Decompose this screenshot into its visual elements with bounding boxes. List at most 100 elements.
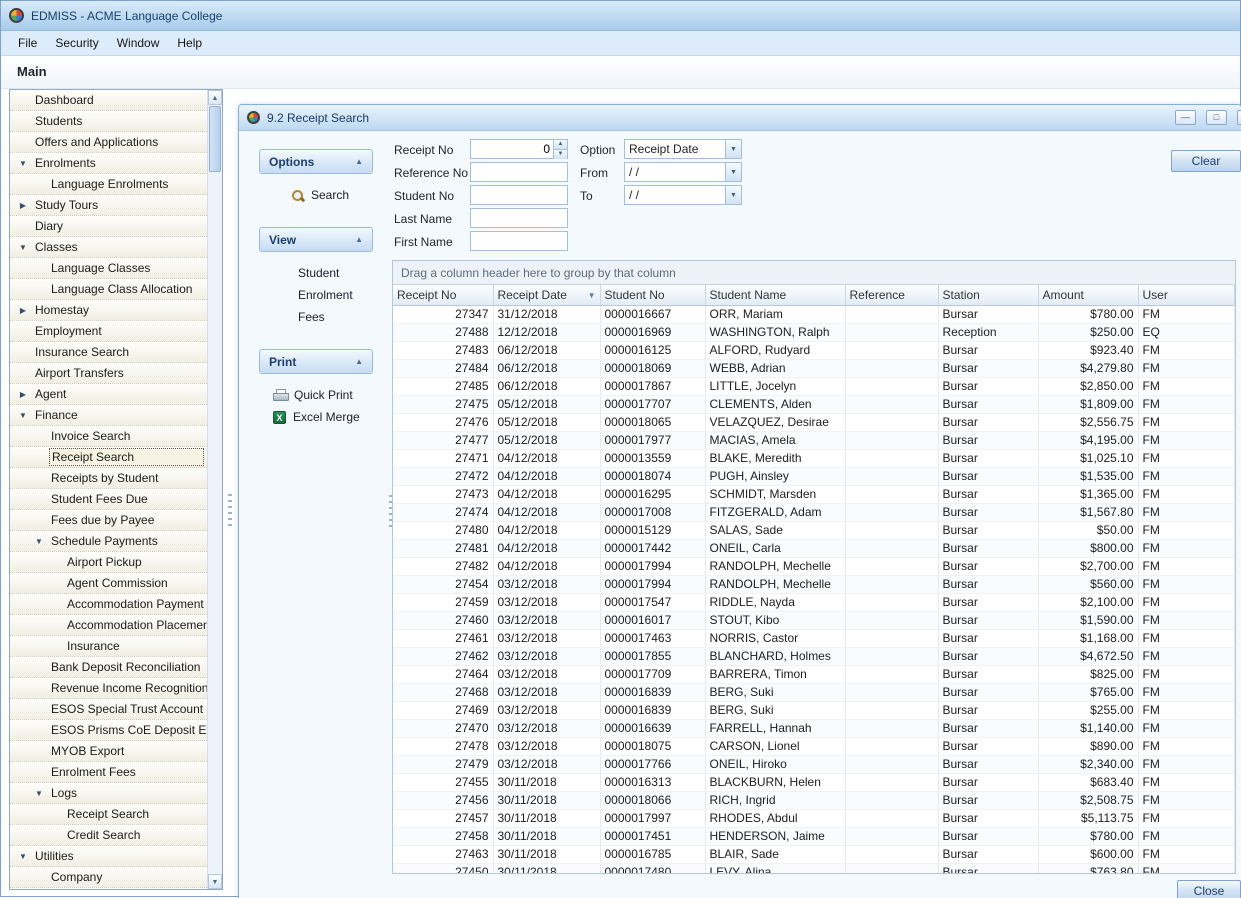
table-row[interactable]: 2746903/12/20180000016839BERG, SukiBursa… [393, 701, 1235, 719]
options-group-header[interactable]: Options ▲ [259, 149, 373, 174]
table-row[interactable]: 2747003/12/20180000016639FARRELL, Hannah… [393, 719, 1235, 737]
sidebar-item-airport-pickup[interactable]: Airport Pickup [10, 552, 207, 573]
col-header-student-no[interactable]: Student No [600, 285, 705, 305]
minimize-button[interactable]: — [1175, 110, 1196, 125]
table-row[interactable]: 2747204/12/20180000018074PUGH, AinsleyBu… [393, 467, 1235, 485]
sidebar-item-enrolment-fees[interactable]: Enrolment Fees [10, 762, 207, 783]
table-row[interactable]: 2748004/12/20180000015129SALAS, SadeBurs… [393, 521, 1235, 539]
chevron-right-icon[interactable]: ▶ [16, 306, 30, 315]
receipt-no-field[interactable] [471, 140, 553, 158]
sidebar-item-offers-and-applications[interactable]: Offers and Applications [10, 132, 207, 153]
chevron-down-icon[interactable]: ▼ [16, 159, 30, 168]
col-header-receipt-no[interactable]: Receipt No [393, 285, 493, 305]
sidebar-item-study-tours[interactable]: ▶Study Tours [10, 195, 207, 216]
table-row[interactable]: 2745830/11/20180000017451HENDERSON, Jaim… [393, 827, 1235, 845]
sidebar-item-accommodation-placement[interactable]: Accommodation Placement [10, 615, 207, 636]
print-group-header[interactable]: Print ▲ [259, 349, 373, 374]
group-by-bar[interactable]: Drag a column header here to group by th… [393, 261, 1235, 285]
table-row[interactable]: 2747605/12/20180000018065VELAZQUEZ, Desi… [393, 413, 1235, 431]
table-row[interactable]: 2734731/12/20180000016667ORR, MariamBurs… [393, 305, 1235, 323]
sidebar-item-esos-prisms-coe-deposit-expor[interactable]: ESOS Prisms CoE Deposit Expor [10, 720, 207, 741]
sidebar-item-utilities[interactable]: ▼Utilities [10, 846, 207, 867]
table-row[interactable]: 2748306/12/20180000016125ALFORD, Rudyard… [393, 341, 1235, 359]
sidebar-item-airport-transfers[interactable]: Airport Transfers [10, 363, 207, 384]
table-row[interactable]: 2746103/12/20180000017463NORRIS, CastorB… [393, 629, 1235, 647]
sidebar-item-students[interactable]: Students [10, 111, 207, 132]
col-header-reference[interactable]: Reference [845, 285, 938, 305]
chevron-down-icon[interactable]: ▼ [16, 243, 30, 252]
sidebar-item-logs[interactable]: ▼Logs [10, 783, 207, 804]
sidebar-item-language-classes[interactable]: Language Classes [10, 258, 207, 279]
sidebar-item-invoice-search[interactable]: Invoice Search [10, 426, 207, 447]
col-header-amount[interactable]: Amount [1038, 285, 1138, 305]
search-button[interactable]: Search [255, 185, 383, 205]
table-row[interactable]: 2745403/12/20180000017994RANDOLPH, Meche… [393, 575, 1235, 593]
table-row[interactable]: 2747705/12/20180000017977MACIAS, AmelaBu… [393, 431, 1235, 449]
view-enrolment-link[interactable]: Enrolment [255, 285, 383, 305]
col-header-station[interactable]: Station [938, 285, 1038, 305]
table-row[interactable]: 2745630/11/20180000018066RICH, IngridBur… [393, 791, 1235, 809]
sidebar-item-enrolments[interactable]: ▼Enrolments [10, 153, 207, 174]
table-row[interactable]: 2748406/12/20180000018069WEBB, AdrianBur… [393, 359, 1235, 377]
view-fees-link[interactable]: Fees [255, 307, 383, 327]
receipt-no-input[interactable]: ▲▼ [470, 139, 568, 159]
table-row[interactable]: 2747803/12/20180000018075CARSON, LionelB… [393, 737, 1235, 755]
table-row[interactable]: 2746803/12/20180000016839BERG, SukiBursa… [393, 683, 1235, 701]
sidebar-item-revenue-income-recognition[interactable]: Revenue Income Recognition [10, 678, 207, 699]
maximize-button[interactable]: □ [1206, 110, 1227, 125]
sidebar-item-diary[interactable]: Diary [10, 216, 207, 237]
menu-file[interactable]: File [9, 32, 46, 54]
sidebar-item-credit-search[interactable]: Credit Search [10, 825, 207, 846]
table-row[interactable]: 2747304/12/20180000016295SCHMIDT, Marsde… [393, 485, 1235, 503]
sidebar-item-employment[interactable]: Employment [10, 321, 207, 342]
table-row[interactable]: 2746203/12/20180000017855BLANCHARD, Holm… [393, 647, 1235, 665]
sidebar-item-classes[interactable]: ▼Classes [10, 237, 207, 258]
chevron-right-icon[interactable]: ▶ [16, 390, 30, 399]
view-group-header[interactable]: View ▲ [259, 227, 373, 252]
scroll-up-icon[interactable]: ▲ [208, 90, 222, 105]
table-row[interactable]: 2747404/12/20180000017008FITZGERALD, Ada… [393, 503, 1235, 521]
scroll-down-icon[interactable]: ▼ [208, 874, 222, 889]
table-row[interactable]: 2746403/12/20180000017709BARRERA, TimonB… [393, 665, 1235, 683]
from-date-picker[interactable]: / / ▼ [624, 162, 742, 182]
chevron-down-icon[interactable]: ▼ [32, 537, 46, 546]
col-header-user[interactable]: User [1138, 285, 1235, 305]
table-row[interactable]: 2747104/12/20180000013559BLAKE, Meredith… [393, 449, 1235, 467]
spin-up-icon[interactable]: ▲ [554, 140, 567, 149]
table-row[interactable]: 2745730/11/20180000017997RHODES, AbdulBu… [393, 809, 1235, 827]
sidebar-item-insurance[interactable]: Insurance [10, 636, 207, 657]
close-button[interactable]: Close [1177, 880, 1241, 898]
table-row[interactable]: 2745530/11/20180000016313BLACKBURN, Hele… [393, 773, 1235, 791]
sidebar-item-receipt-search[interactable]: Receipt Search [10, 804, 207, 825]
chevron-down-icon[interactable]: ▼ [725, 163, 741, 181]
sidebar-item-agent[interactable]: ▶Agent [10, 384, 207, 405]
chevron-down-icon[interactable]: ▼ [32, 789, 46, 798]
table-row[interactable]: 2745903/12/20180000017547RIDDLE, NaydaBu… [393, 593, 1235, 611]
sidebar-item-insurance-search[interactable]: Insurance Search [10, 342, 207, 363]
chevron-down-icon[interactable]: ▼ [725, 140, 741, 158]
table-row[interactable]: 2746330/11/20180000016785BLAIR, SadeBurs… [393, 845, 1235, 863]
sidebar-item-esos-special-trust-account[interactable]: ESOS Special Trust Account [10, 699, 207, 720]
table-row[interactable]: 2748506/12/20180000017867LITTLE, Jocelyn… [393, 377, 1235, 395]
sidebar-item-accommodation-payment[interactable]: Accommodation Payment [10, 594, 207, 615]
col-header-student-name[interactable]: Student Name [705, 285, 845, 305]
first-name-field[interactable] [470, 231, 568, 251]
sidebar-item-company[interactable]: Company [10, 867, 207, 888]
sidebar-item-schedule-payments[interactable]: ▼Schedule Payments [10, 531, 207, 552]
table-row[interactable]: 2748812/12/20180000016969WASHINGTON, Ral… [393, 323, 1235, 341]
view-student-link[interactable]: Student [255, 263, 383, 283]
sidebar-item-dashboard[interactable]: Dashboard [10, 90, 207, 111]
sidebar-item-student-fees-due[interactable]: Student Fees Due [10, 489, 207, 510]
chevron-down-icon[interactable]: ▼ [16, 411, 30, 420]
close-window-button[interactable] [1237, 110, 1241, 125]
sidebar-item-language-class-allocation[interactable]: Language Class Allocation [10, 279, 207, 300]
sidebar-item-fees-due-by-payee[interactable]: Fees due by Payee [10, 510, 207, 531]
chevron-down-icon[interactable]: ▼ [725, 186, 741, 204]
menu-window[interactable]: Window [108, 32, 169, 54]
chevron-right-icon[interactable]: ▶ [16, 201, 30, 210]
sidebar-splitter[interactable] [223, 89, 238, 896]
tab-main[interactable]: Main [17, 64, 47, 79]
sidebar-scrollbar[interactable]: ▲ ▼ [207, 90, 222, 889]
filter-dropdown-icon[interactable]: ▼ [588, 291, 596, 300]
reference-no-field[interactable] [470, 162, 568, 182]
